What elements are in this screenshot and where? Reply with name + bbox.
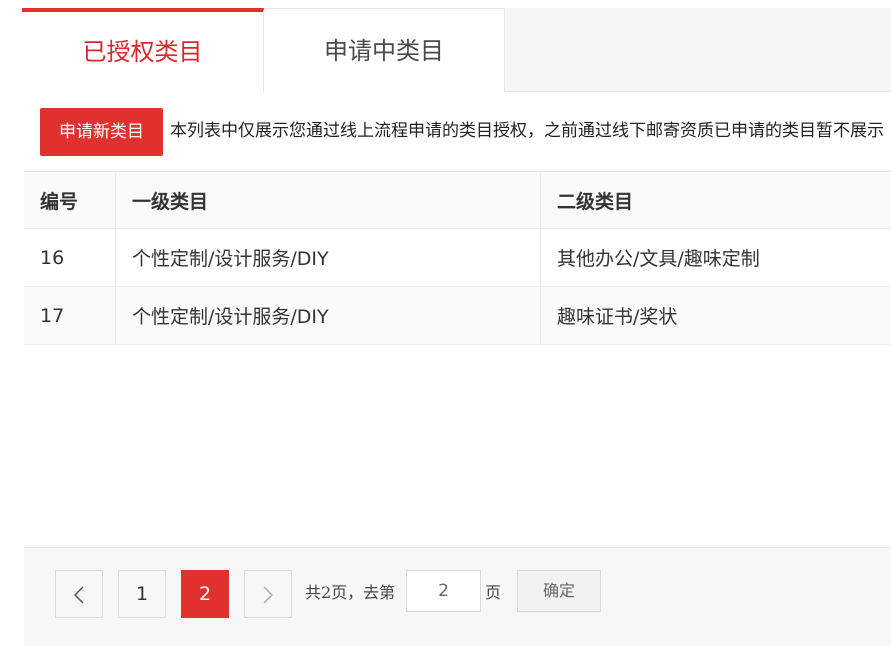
content-panel: 申请新类目 本列表中仅展示您通过线上流程申请的类目授权，之前通过线下邮寄资质已申… (24, 92, 891, 646)
cell-id: 16 (24, 228, 116, 287)
cell-level1: 个性定制/设计服务/DIY (115, 228, 541, 287)
tab-pending-categories[interactable]: 申请中类目 (264, 8, 505, 92)
toolbar: 申请新类目 本列表中仅展示您通过线上流程申请的类目授权，之前通过线下邮寄资质已申… (24, 92, 891, 172)
pagination: 1 2 共2页，去第 页 确定 (24, 547, 891, 646)
tab-authorized-categories[interactable]: 已授权类目 (22, 8, 264, 92)
notice-text: 本列表中仅展示您通过线上流程申请的类目授权，之前通过线下邮寄资质已申请的类目暂不… (170, 121, 884, 141)
tab-bar: 已授权类目 申请中类目 (22, 8, 891, 92)
category-table: 编号 一级类目 二级类目 16 个性定制/设计服务/DIY 其他办公/文具/趣味… (24, 172, 891, 345)
cell-id: 17 (24, 286, 116, 345)
prev-page-button[interactable] (55, 570, 103, 618)
chevron-left-icon (74, 586, 84, 604)
chevron-right-icon (263, 586, 273, 604)
goto-page-input[interactable] (406, 570, 481, 612)
apply-new-category-button[interactable]: 申请新类目 (40, 108, 163, 156)
column-header-level1: 一级类目 (115, 172, 541, 229)
column-header-id: 编号 (24, 172, 116, 229)
table-row: 17 个性定制/设计服务/DIY 趣味证书/奖状 (24, 286, 891, 345)
table-row: 16 个性定制/设计服务/DIY 其他办公/文具/趣味定制 (24, 228, 891, 287)
column-header-level2: 二级类目 (540, 172, 891, 229)
total-pages-text: 共2页，去第 (305, 583, 396, 602)
page-button-2-current[interactable]: 2 (181, 570, 229, 618)
cell-level2: 趣味证书/奖状 (540, 286, 891, 345)
cell-level2: 其他办公/文具/趣味定制 (540, 228, 891, 287)
table-header-row: 编号 一级类目 二级类目 (24, 172, 891, 229)
cell-level1: 个性定制/设计服务/DIY (115, 286, 541, 345)
next-page-button[interactable] (244, 570, 292, 618)
page-button-1[interactable]: 1 (118, 570, 166, 618)
page-suffix-text: 页 (485, 583, 502, 602)
confirm-goto-button[interactable]: 确定 (517, 570, 601, 612)
